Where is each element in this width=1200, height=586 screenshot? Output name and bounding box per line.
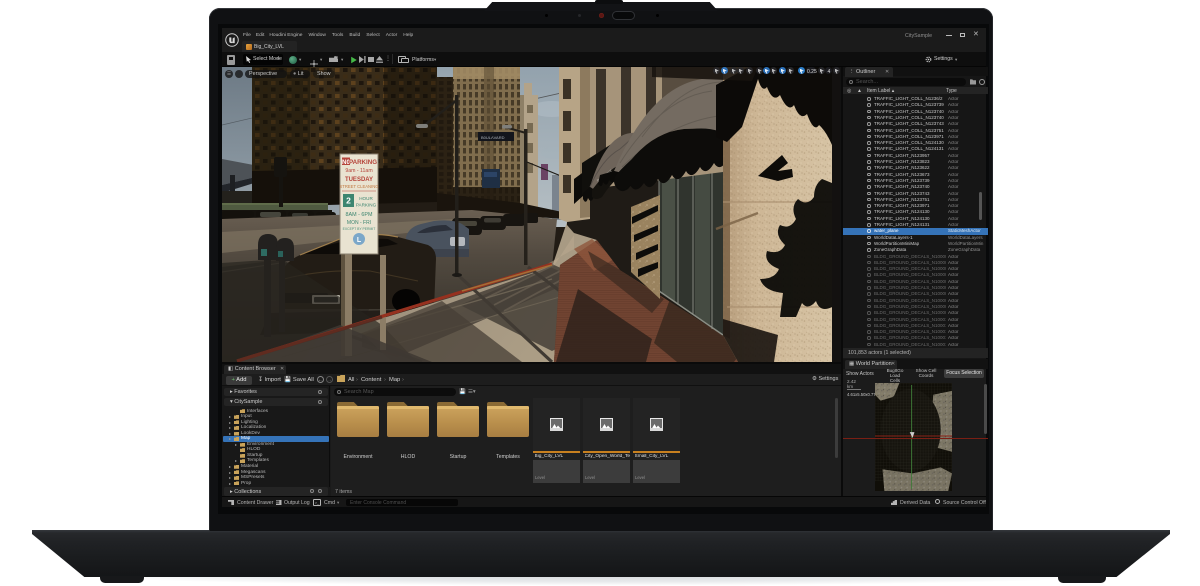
svg-text:L: L xyxy=(357,237,362,244)
svg-text:2: 2 xyxy=(346,196,351,206)
svg-text:B0ULΛVARD: B0ULΛVARD xyxy=(481,135,505,140)
svg-text:9am - 11am: 9am - 11am xyxy=(345,168,372,174)
svg-text:EXCEPT BY PERMIT: EXCEPT BY PERMIT xyxy=(343,227,376,231)
svg-text:PARKING: PARKING xyxy=(349,159,377,166)
svg-text:8AM - 6PM: 8AM - 6PM xyxy=(346,212,373,218)
svg-text:STREET CLEANING: STREET CLEANING xyxy=(339,184,378,189)
svg-text:PARKING: PARKING xyxy=(356,203,377,208)
svg-text:MON - FRI: MON - FRI xyxy=(347,220,371,226)
svg-text:HOUR: HOUR xyxy=(359,196,373,201)
svg-text:TUESDAY: TUESDAY xyxy=(345,177,373,183)
